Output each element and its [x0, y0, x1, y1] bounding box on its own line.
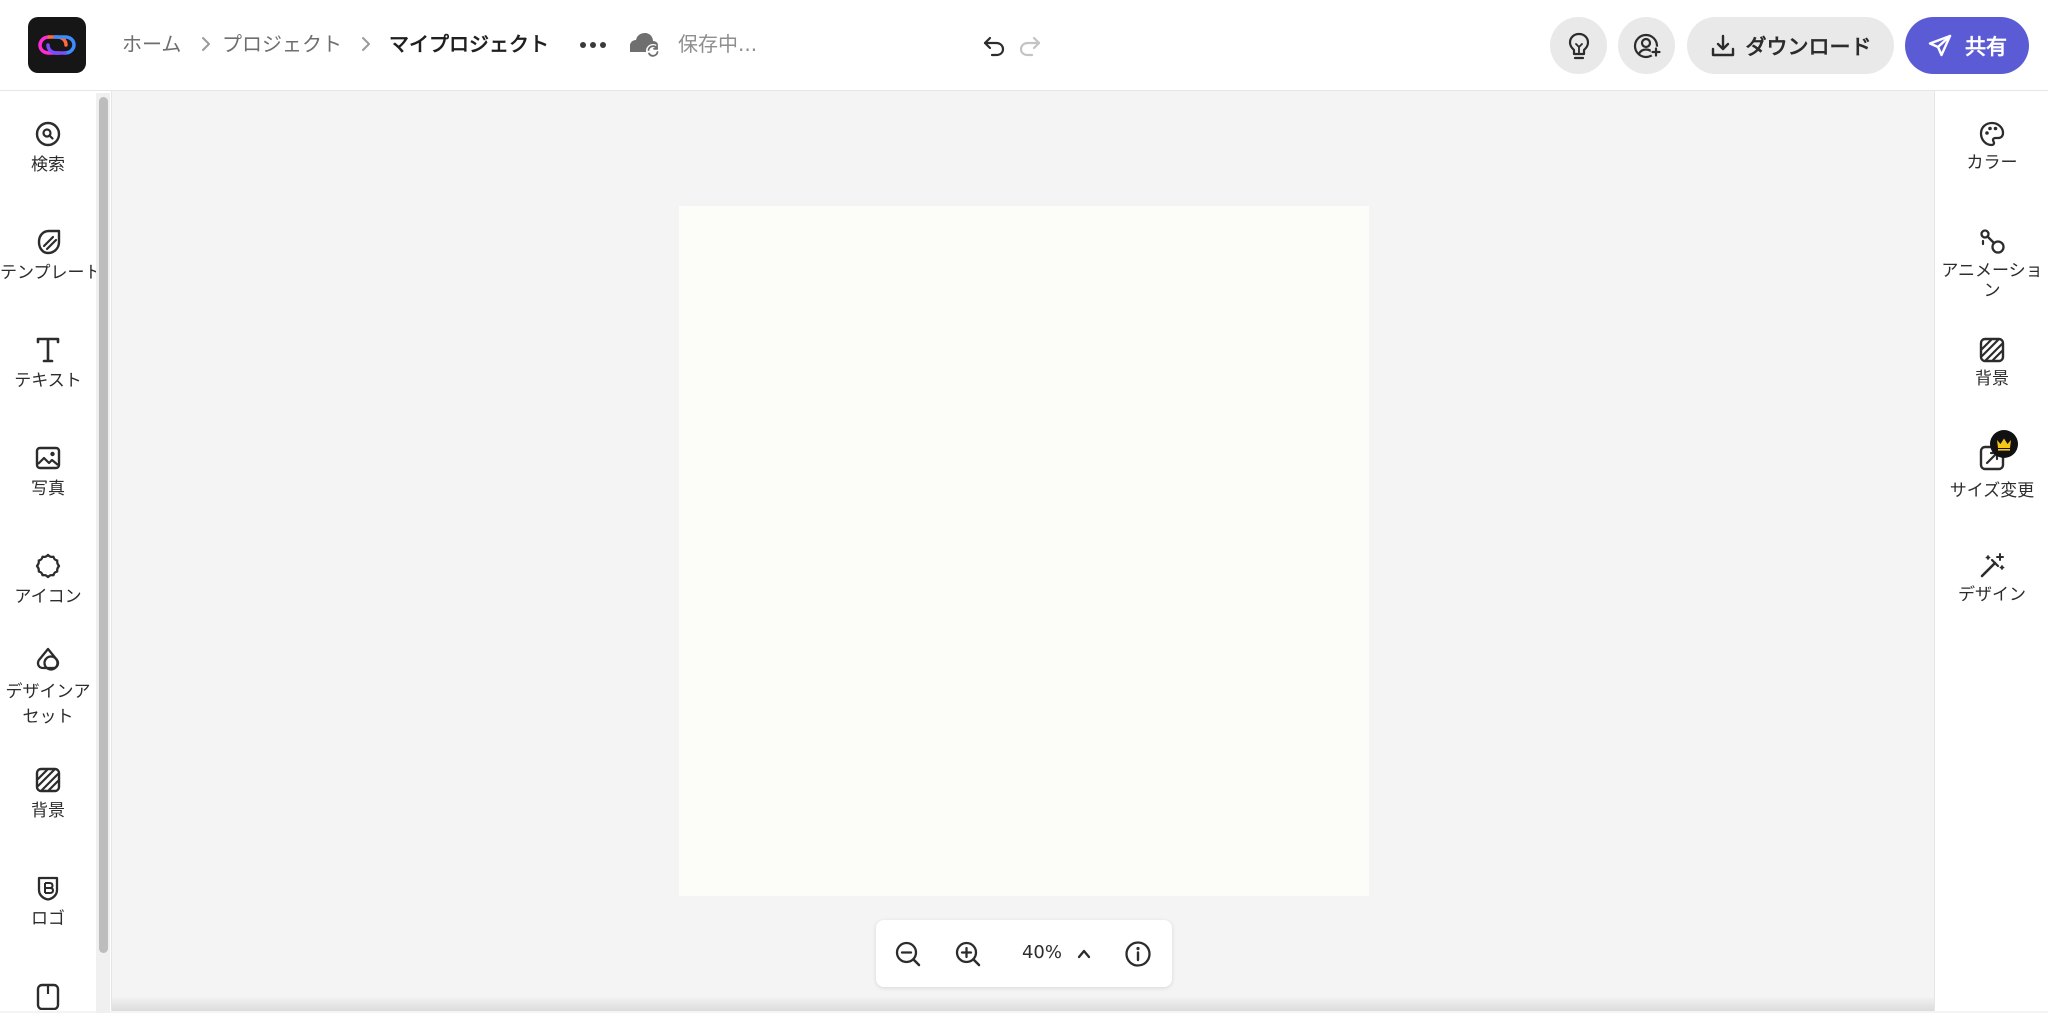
app-logo[interactable]	[28, 17, 86, 73]
template-icon	[37, 229, 61, 255]
top-bar: ホーム プロジェクト マイプロジェクト 保存中... ダウンロード 共有	[0, 0, 2048, 91]
creative-cloud-logo-icon	[38, 35, 76, 55]
artboard[interactable]	[679, 206, 1369, 896]
download-icon	[1711, 34, 1734, 56]
design-assets-icon	[36, 647, 60, 671]
nav-item-text[interactable]: テキスト	[0, 336, 96, 392]
background-icon	[1979, 337, 2005, 363]
nav-item-background[interactable]: 背景	[0, 766, 96, 822]
cloud-sync-icon	[630, 33, 660, 58]
brand-kit-icon	[36, 983, 60, 1010]
chevron-right-icon	[362, 37, 370, 51]
panel-item-animation[interactable]: アニメーション	[1935, 228, 2048, 301]
palette-icon	[1979, 121, 2005, 147]
download-label: ダウンロード	[1745, 34, 1872, 59]
photo-icon	[35, 446, 61, 470]
save-status: 保存中...	[678, 32, 758, 56]
nav-item-design-assets[interactable]: デザインアセット	[0, 646, 96, 730]
zoom-out-button[interactable]	[892, 938, 924, 970]
panel-label-background: 背景	[1975, 369, 2009, 389]
panel-label-colors: カラー	[1966, 153, 2018, 173]
share-label: 共有	[1965, 34, 2007, 59]
share-button[interactable]: 共有	[1905, 17, 2029, 74]
animation-icon	[1980, 229, 2005, 254]
nav-label-templates: テンプレート	[0, 263, 96, 283]
nav-label-logo: ロゴ	[31, 909, 65, 929]
ideas-button[interactable]	[1550, 17, 1607, 74]
zoom-presets-button[interactable]	[1068, 938, 1100, 970]
panel-item-resize[interactable]: サイズ変更	[1935, 430, 2048, 501]
left-scrollbar-thumb[interactable]	[99, 97, 108, 953]
search-icon	[35, 121, 61, 147]
panel-item-colors[interactable]: カラー	[1935, 120, 2048, 173]
nav-item-search[interactable]: 検索	[0, 120, 96, 176]
zoom-in-button[interactable]	[952, 938, 984, 970]
invite-collaborator-button[interactable]	[1618, 17, 1675, 74]
info-icon	[1125, 941, 1151, 967]
text-icon	[36, 337, 60, 363]
nav-label-background: 背景	[31, 801, 65, 821]
undo-icon	[983, 36, 1005, 57]
premium-badge	[1990, 430, 2018, 458]
nav-item-photos[interactable]: 写真	[0, 444, 96, 500]
breadcrumb-home[interactable]: ホーム	[122, 30, 181, 58]
redo-button[interactable]	[1014, 29, 1046, 61]
download-button[interactable]: ダウンロード	[1687, 17, 1894, 74]
send-icon	[1928, 34, 1952, 56]
nav-label-design-assets: デザインアセット	[5, 682, 91, 727]
logo-icon	[37, 876, 59, 901]
user-add-icon	[1633, 33, 1661, 58]
nav-label-photos: 写真	[31, 479, 65, 499]
nav-item-logo[interactable]: ロゴ	[0, 874, 96, 930]
chevron-up-icon	[1077, 949, 1091, 959]
nav-label-icons: アイコン	[14, 587, 82, 607]
right-sidebar: カラー アニメーション 背景 サイズ変更 デザイン	[1934, 91, 2048, 1011]
info-button[interactable]	[1122, 938, 1154, 970]
nav-label-text: テキスト	[14, 371, 82, 391]
zoom-in-icon	[955, 941, 981, 967]
more-horizontal-icon	[580, 42, 606, 48]
undo-button[interactable]	[978, 29, 1010, 61]
panel-label-design: デザイン	[1958, 585, 2026, 605]
panel-label-resize: サイズ変更	[1949, 481, 2035, 501]
redo-icon	[1019, 36, 1041, 57]
background-icon	[35, 767, 61, 793]
nav-item-templates[interactable]: テンプレート	[0, 228, 96, 284]
crown-icon	[1997, 438, 2011, 451]
nav-item-icons[interactable]: アイコン	[0, 552, 96, 608]
nav-item-more[interactable]	[0, 982, 96, 1010]
breadcrumb-projects[interactable]: プロジェクト	[222, 30, 342, 58]
panel-item-design[interactable]: デザイン	[1935, 552, 2048, 605]
shapes-icon	[35, 553, 61, 579]
zoom-level[interactable]: 40%	[1015, 942, 1069, 963]
zoom-controls: 40%	[876, 920, 1172, 987]
panel-item-background[interactable]: 背景	[1935, 336, 2048, 389]
more-options-button[interactable]	[576, 28, 610, 62]
breadcrumb-current-project[interactable]: マイプロジェクト	[389, 30, 549, 58]
nav-label-search: 検索	[31, 155, 65, 175]
panel-label-animation: アニメーション	[1941, 261, 2043, 301]
magic-wand-icon	[1980, 553, 2005, 578]
canvas-bottom-shadow	[112, 996, 1934, 1011]
chevron-right-icon	[202, 37, 210, 51]
lightbulb-icon	[1568, 32, 1589, 59]
zoom-out-icon	[895, 941, 921, 967]
